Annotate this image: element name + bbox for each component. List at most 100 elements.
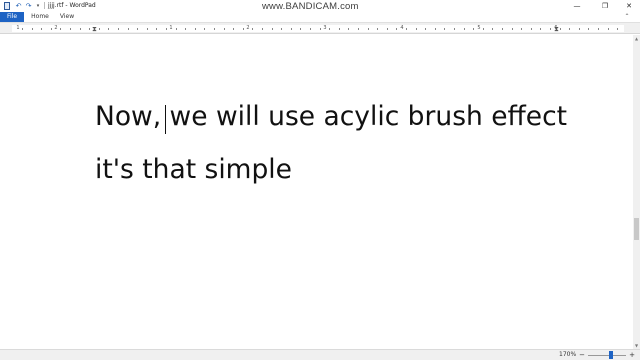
window-title: jjjj.rtf - WordPad bbox=[48, 2, 96, 9]
ruler-tick bbox=[320, 28, 321, 30]
ruler-tick bbox=[137, 28, 138, 30]
ruler-tick bbox=[396, 28, 397, 30]
ruler-tick bbox=[195, 28, 196, 30]
ruler-tick bbox=[550, 28, 551, 30]
tab-view[interactable]: View bbox=[56, 12, 78, 22]
ribbon-tab-bar: File Home View ⌃ bbox=[0, 12, 640, 22]
ruler-tick bbox=[89, 28, 90, 30]
ruler-tick bbox=[588, 28, 589, 30]
ruler-tick bbox=[377, 28, 378, 30]
close-button[interactable]: ✕ bbox=[620, 0, 638, 11]
ruler-tick bbox=[272, 28, 273, 30]
title-separator bbox=[44, 2, 45, 9]
maximize-button[interactable]: ❐ bbox=[596, 0, 614, 11]
ruler-tick bbox=[185, 28, 186, 30]
ruler-tick bbox=[454, 28, 455, 30]
ruler-tick bbox=[252, 28, 253, 30]
ruler-tick bbox=[521, 28, 522, 30]
ruler-tick bbox=[416, 28, 417, 30]
zoom-out-button[interactable]: − bbox=[578, 350, 586, 360]
right-indent-marker[interactable]: ⧗ bbox=[553, 26, 560, 33]
ruler-tick bbox=[22, 28, 23, 30]
scrollbar-thumb[interactable] bbox=[634, 218, 639, 240]
ruler-tick bbox=[51, 28, 52, 30]
wordpad-app-icon[interactable] bbox=[2, 1, 11, 10]
ruler-tick bbox=[387, 28, 388, 30]
ruler-tick bbox=[70, 28, 71, 30]
ruler-tick bbox=[147, 28, 148, 30]
ruler-tick bbox=[204, 28, 205, 30]
ruler-tick bbox=[166, 28, 167, 30]
ruler-tick bbox=[617, 28, 618, 30]
scroll-down-icon[interactable]: ▼ bbox=[633, 342, 640, 349]
ruler-tick bbox=[348, 28, 349, 30]
bandicam-watermark: www.BANDICAM.com bbox=[262, 1, 359, 12]
ruler-tick bbox=[435, 28, 436, 30]
tab-file[interactable]: File bbox=[0, 12, 24, 22]
ruler-label: 3 bbox=[323, 25, 327, 31]
ruler-tick bbox=[464, 28, 465, 30]
ruler-tick bbox=[118, 28, 119, 30]
ruler-tick bbox=[80, 28, 81, 30]
zoom-level: 170% bbox=[559, 351, 577, 358]
wordpad-window: ↶ ↷ ▾ jjjj.rtf - WordPad — ❐ ✕ www.BANDI… bbox=[0, 0, 640, 360]
tab-home[interactable]: Home bbox=[28, 12, 52, 22]
redo-icon[interactable]: ↷ bbox=[24, 1, 33, 10]
zoom-slider-track[interactable] bbox=[588, 355, 626, 356]
ribbon-collapse-icon[interactable]: ⌃ bbox=[622, 12, 632, 22]
document-line: it's that simple bbox=[95, 154, 292, 185]
ruler-tick bbox=[406, 28, 407, 30]
ruler-tick bbox=[156, 28, 157, 30]
ruler: 1 2 1 2 3 4 5 6 ⧗ ⧗ bbox=[0, 22, 640, 34]
ruler-label: 2 bbox=[54, 25, 58, 31]
ruler-tick bbox=[540, 28, 541, 30]
ruler-tick bbox=[444, 28, 445, 30]
ruler-tick bbox=[176, 28, 177, 30]
ruler-tick bbox=[99, 28, 100, 30]
ruler-tick bbox=[233, 28, 234, 30]
ruler-tick bbox=[473, 28, 474, 30]
ruler-label: 5 bbox=[477, 25, 481, 31]
ruler-tick bbox=[329, 28, 330, 30]
left-indent-marker[interactable]: ⧗ bbox=[91, 26, 98, 33]
ruler-page-area bbox=[12, 25, 624, 32]
ruler-tick bbox=[262, 28, 263, 30]
ruler-tick bbox=[531, 28, 532, 30]
ruler-tick bbox=[358, 28, 359, 30]
ruler-tick bbox=[291, 28, 292, 30]
ruler-label: 4 bbox=[400, 25, 404, 31]
ruler-tick bbox=[425, 28, 426, 30]
ruler-tick bbox=[569, 28, 570, 30]
ruler-tick bbox=[60, 28, 61, 30]
document-editing-area[interactable]: Now, we will use acylic brush effect it'… bbox=[0, 35, 633, 349]
ruler-tick bbox=[492, 28, 493, 30]
ruler-tick bbox=[128, 28, 129, 30]
ruler-tick bbox=[502, 28, 503, 30]
status-bar: 170% − + bbox=[0, 349, 640, 360]
undo-icon[interactable]: ↶ bbox=[14, 1, 23, 10]
ruler-tick bbox=[243, 28, 244, 30]
ruler-tick bbox=[512, 28, 513, 30]
ruler-tick bbox=[224, 28, 225, 30]
ruler-tick bbox=[598, 28, 599, 30]
ruler-label: 2 bbox=[246, 25, 250, 31]
ruler-tick bbox=[339, 28, 340, 30]
zoom-slider-thumb[interactable] bbox=[609, 351, 613, 359]
ruler-tick bbox=[483, 28, 484, 30]
ruler-tick bbox=[41, 28, 42, 30]
ruler-label: 1 bbox=[16, 25, 20, 31]
ruler-tick bbox=[310, 28, 311, 30]
ruler-tick bbox=[214, 28, 215, 30]
ruler-tick bbox=[608, 28, 609, 30]
ruler-tick bbox=[281, 28, 282, 30]
ruler-tick bbox=[560, 28, 561, 30]
vertical-scrollbar[interactable]: ▲ ▼ bbox=[633, 35, 640, 349]
ruler-tick bbox=[368, 28, 369, 30]
zoom-in-button[interactable]: + bbox=[628, 350, 636, 360]
quick-access-dropdown-icon[interactable]: ▾ bbox=[34, 1, 42, 10]
text-caret bbox=[165, 105, 166, 134]
ruler-tick bbox=[108, 28, 109, 30]
scroll-up-icon[interactable]: ▲ bbox=[633, 35, 640, 42]
minimize-button[interactable]: — bbox=[568, 0, 586, 11]
ruler-tick bbox=[579, 28, 580, 30]
